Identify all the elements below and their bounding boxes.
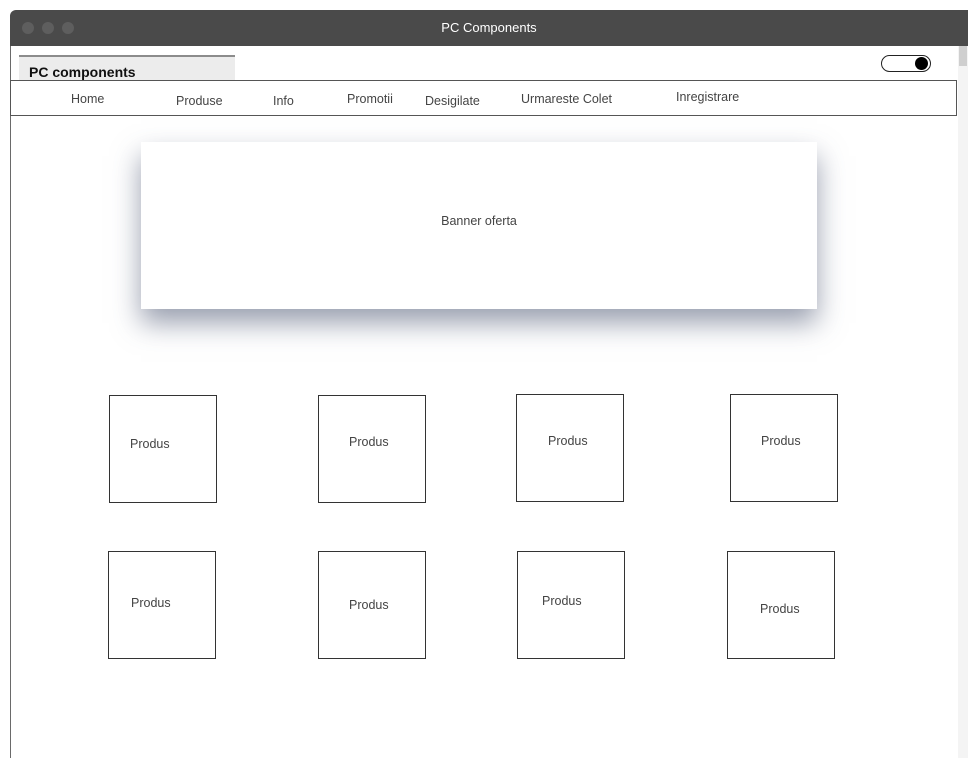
- banner-label: Banner oferta: [441, 214, 517, 228]
- product-label: Produs: [130, 437, 170, 451]
- toggle-knob: [915, 57, 928, 70]
- theme-toggle[interactable]: [881, 55, 931, 72]
- product-card[interactable]: Produs: [108, 551, 216, 659]
- nav-inregistrare[interactable]: Inregistrare: [676, 90, 739, 104]
- nav-promotii[interactable]: Promotii: [347, 92, 393, 106]
- window-title: PC Components: [441, 20, 537, 35]
- product-label: Produs: [349, 598, 389, 612]
- offer-banner[interactable]: Banner oferta: [141, 142, 817, 309]
- product-label: Produs: [761, 434, 801, 448]
- window-titlebar: PC Components: [10, 10, 968, 46]
- product-card[interactable]: Produs: [109, 395, 217, 503]
- product-card[interactable]: Produs: [727, 551, 835, 659]
- product-label: Produs: [131, 596, 171, 610]
- product-card[interactable]: Produs: [318, 395, 426, 503]
- main-navbar: Home Produse Info Promotii Desigilate Ur…: [10, 80, 957, 116]
- nav-home[interactable]: Home: [71, 92, 104, 106]
- brand-logo-box[interactable]: PC components: [19, 55, 235, 80]
- nav-urmareste-colet[interactable]: Urmareste Colet: [521, 92, 612, 106]
- product-label: Produs: [349, 435, 389, 449]
- product-card[interactable]: Produs: [517, 551, 625, 659]
- nav-desigilate[interactable]: Desigilate: [425, 94, 480, 108]
- brand-name: PC components: [29, 64, 136, 80]
- vertical-scrollbar[interactable]: [958, 46, 968, 758]
- nav-produse[interactable]: Produse: [176, 94, 223, 108]
- scrollbar-thumb[interactable]: [959, 46, 967, 66]
- nav-info[interactable]: Info: [273, 94, 294, 108]
- product-label: Produs: [548, 434, 588, 448]
- product-card[interactable]: Produs: [516, 394, 624, 502]
- product-card[interactable]: Produs: [318, 551, 426, 659]
- product-label: Produs: [760, 602, 800, 616]
- product-card[interactable]: Produs: [730, 394, 838, 502]
- product-label: Produs: [542, 594, 582, 608]
